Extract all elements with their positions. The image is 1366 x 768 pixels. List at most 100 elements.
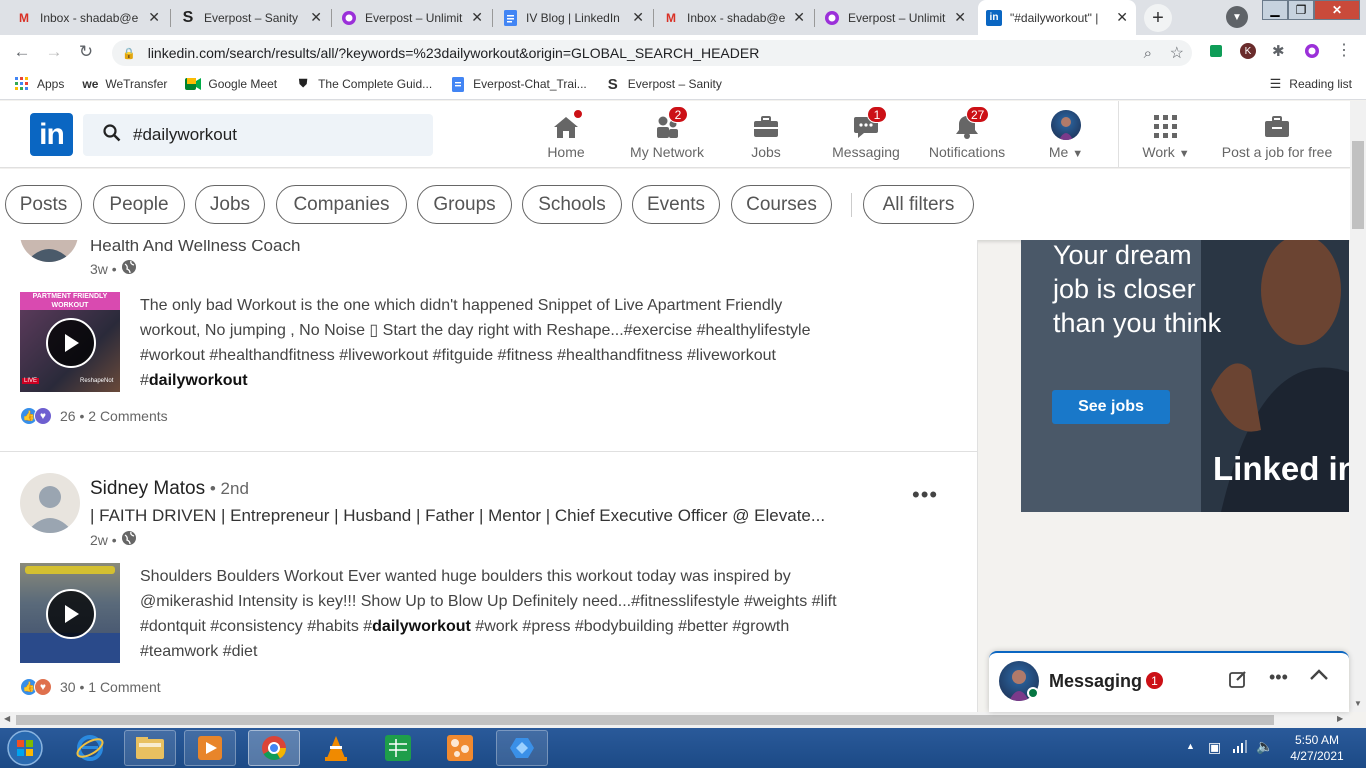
volume-icon[interactable]: 🔈 [1256,738,1273,755]
jobs-ad-banner[interactable]: Your dream job is closer than you think … [1021,240,1349,512]
filter-posts[interactable]: Posts [5,185,82,224]
filter-jobs[interactable]: Jobs [195,185,265,224]
everpost-icon[interactable] [1304,43,1320,64]
close-icon[interactable]: ✕ [793,9,805,26]
filter-courses[interactable]: Courses [731,185,832,224]
post-video-thumbnail[interactable] [20,563,120,663]
comment-count[interactable]: 2 Comments [88,408,167,424]
bookmark-apps[interactable]: Apps [14,76,64,92]
zoom-icon[interactable]: ⌕ [1144,45,1152,62]
post-social-counts[interactable]: 👍 ♥ 26 • 2 Comments [20,407,168,425]
network-signal-icon[interactable] [1232,738,1248,759]
browser-tab[interactable]: M Inbox - shadab@e ✕ [655,0,813,35]
filter-groups[interactable]: Groups [417,185,512,224]
action-center-icon[interactable]: ▣ [1208,739,1221,756]
forward-button[interactable]: → [42,41,66,63]
bookmark-google-meet[interactable]: Google Meet [185,76,277,92]
post-video-thumbnail[interactable]: PARTMENT FRIENDLY WORKOUT LIVE ReshapeNo… [20,292,120,392]
close-icon[interactable]: ✕ [954,9,966,26]
vlc-icon[interactable] [310,730,362,766]
close-icon[interactable]: ✕ [148,9,160,26]
avatar[interactable] [20,473,80,533]
star-icon[interactable]: ☆ [1170,43,1184,63]
nav-notifications[interactable]: 27 Notifications [920,101,1014,168]
reading-list-button[interactable]: ☰ Reading list [1270,76,1352,92]
nav-post-job[interactable]: Post a job for free [1212,101,1342,168]
scroll-down-icon[interactable]: ▼ [1354,699,1362,708]
filter-all-filters[interactable]: All filters [863,185,974,224]
media-player-icon[interactable] [184,730,236,766]
horizontal-scrollbar[interactable]: ◀ ▶ [0,712,1350,728]
close-icon[interactable]: ✕ [471,9,483,26]
browser-tab[interactable]: Everpost – Unlimit ✕ [816,0,974,35]
globe-icon [121,530,137,549]
sanity-icon: S [607,75,618,93]
minimize-button[interactable]: ▁ [1262,0,1288,20]
system-clock[interactable]: 5:50 AM 4/27/2021 [1282,732,1352,764]
filter-schools[interactable]: Schools [522,185,622,224]
chevron-up-icon[interactable] [1309,667,1329,686]
browser-tab-active[interactable]: in "#dailyworkout" | ✕ [978,0,1136,35]
messaging-overlay[interactable]: Messaging 1 ••• [989,651,1349,712]
nav-me[interactable]: Me ▼ [1040,101,1092,168]
comment-count[interactable]: 1 Comment [88,679,160,695]
tab-title: Inbox - shadab@e [40,10,139,25]
reload-button[interactable]: ↻ [74,41,98,63]
url-input[interactable]: 🔒 linkedin.com/search/results/all/?keywo… [112,40,1192,66]
avatar[interactable] [20,240,78,262]
vertical-scrollbar[interactable]: ▼ [1350,101,1366,712]
internet-explorer-icon[interactable] [64,730,116,766]
post-social-counts[interactable]: 👍 ♥ 30 • 1 Comment [20,678,161,696]
see-jobs-button[interactable]: See jobs [1052,390,1170,424]
start-button[interactable] [2,730,48,766]
post-author[interactable]: Sidney Matos • 2nd [90,478,249,500]
play-icon[interactable] [46,589,96,639]
browser-tab[interactable]: IV Blog | LinkedIn ✕ [494,0,652,35]
puzzle-icon[interactable]: ✱ [1272,42,1285,60]
scroll-left-icon[interactable]: ◀ [4,714,10,723]
window-close-button[interactable]: ✕ [1314,0,1360,20]
filter-companies[interactable]: Companies [276,185,407,224]
nav-jobs[interactable]: Jobs [736,101,796,168]
spreadsheet-icon[interactable] [372,730,424,766]
scrollbar-thumb[interactable] [1352,141,1364,229]
close-icon[interactable]: ✕ [632,9,644,26]
more-options-icon[interactable]: ••• [1269,667,1288,688]
browser-tab[interactable]: S Everpost – Sanity ✕ [172,0,330,35]
extension-icon[interactable] [1210,45,1222,57]
more-options-icon[interactable]: ••• [912,482,938,508]
bookmark-everpost-sanity[interactable]: S Everpost – Sanity [605,75,722,93]
menu-icon[interactable]: ⋮ [1336,40,1352,60]
scrollbar-thumb[interactable] [16,715,1274,725]
filter-events[interactable]: Events [632,185,720,224]
bookmark-wetransfer[interactable]: we WeTransfer [82,76,167,92]
author-name[interactable]: Sidney Matos [90,478,205,500]
file-explorer-icon[interactable] [124,730,176,766]
nav-my-network[interactable]: 2 My Network [620,101,714,168]
browser-tab[interactable]: Everpost – Unlimit ✕ [333,0,491,35]
nav-messaging[interactable]: 1 Messaging [826,101,906,168]
compose-icon[interactable] [1229,670,1247,693]
app-icon[interactable] [434,730,486,766]
nav-work[interactable]: Work ▼ [1132,101,1200,168]
extension-k-icon[interactable]: K [1240,43,1256,59]
app-icon[interactable] [496,730,548,766]
close-icon[interactable]: ✕ [310,9,322,26]
bookmark-complete-guide[interactable]: ⛊ The Complete Guid... [295,76,432,92]
bookmark-everpost-chat[interactable]: Everpost-Chat_Trai... [450,76,587,92]
linkedin-logo[interactable]: in [30,113,73,156]
chrome-icon[interactable] [248,730,300,766]
play-icon[interactable] [46,318,96,368]
nav-home[interactable]: Home [536,101,596,168]
close-icon[interactable]: ✕ [1116,9,1128,26]
chevron-down-icon[interactable]: ▼ [1226,6,1248,28]
back-button[interactable]: ← [10,41,34,63]
browser-tab[interactable]: M Inbox - shadab@e ✕ [8,0,168,35]
show-hidden-icons[interactable]: ▲ [1186,741,1195,751]
apps-grid-icon [14,76,30,92]
filter-people[interactable]: People [93,185,185,224]
maximize-button[interactable]: ❐ [1288,0,1314,20]
scroll-right-icon[interactable]: ▶ [1337,714,1343,723]
search-input[interactable]: #dailyworkout [83,114,433,156]
new-tab-button[interactable]: + [1144,4,1172,32]
